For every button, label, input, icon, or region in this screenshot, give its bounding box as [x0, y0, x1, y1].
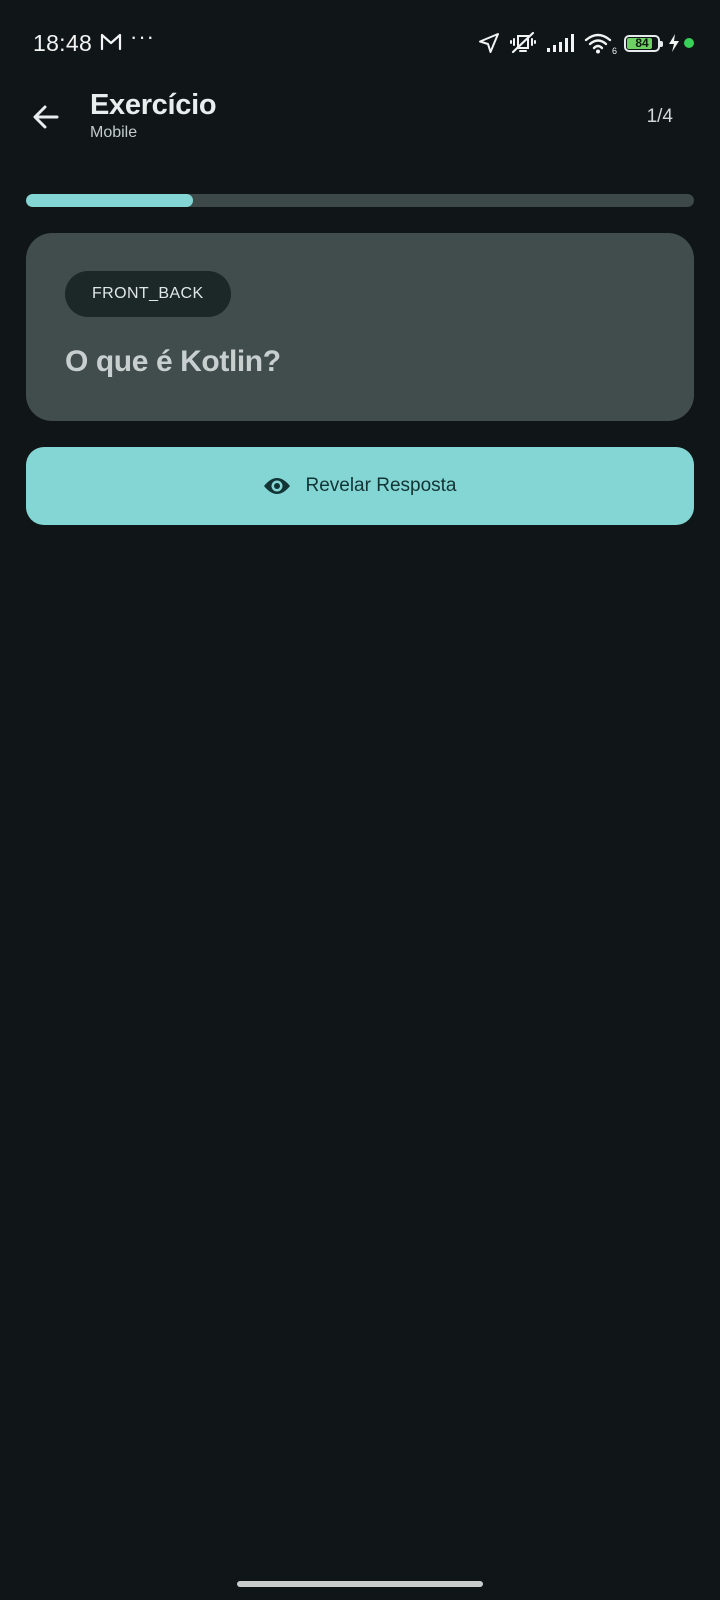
page-title: Exercício — [90, 89, 217, 121]
wifi-indicator: 6 — [584, 32, 617, 56]
progress-fill — [26, 194, 193, 207]
reveal-answer-button[interactable]: Revelar Resposta — [26, 447, 694, 525]
question-text: O que é Kotlin? — [65, 345, 281, 378]
title-block: Exercício Mobile — [90, 88, 217, 142]
battery-icon: 84 — [624, 34, 663, 52]
wifi-badge: 6 — [611, 46, 617, 56]
page-subtitle: Mobile — [90, 124, 138, 141]
eye-icon — [264, 478, 291, 494]
wifi-icon — [584, 33, 612, 54]
charging-bolt-icon — [669, 34, 679, 52]
arrow-left-icon — [33, 105, 59, 129]
gesture-navigation-bar[interactable] — [237, 1581, 483, 1587]
privacy-indicator-dot — [684, 38, 694, 48]
question-card: FRONT_BACK O que é Kotlin? — [26, 233, 694, 421]
card-type-chip: FRONT_BACK — [65, 271, 231, 317]
system-status-icons: 6 84 — [478, 29, 694, 57]
reveal-answer-label: Revelar Resposta — [305, 475, 457, 496]
question-counter: 1/4 — [646, 106, 673, 127]
vibrate-silent-icon — [510, 31, 536, 54]
exercise-screen: 18:48 ··· 6 84 Exercício Mobile 1/4 FRON… — [0, 0, 720, 1600]
status-bar: 18:48 ··· 6 84 — [0, 0, 720, 90]
signal-bars-icon — [547, 34, 574, 52]
gmail-icon — [100, 33, 122, 51]
battery-tip — [660, 40, 663, 47]
battery-level: 84 — [635, 35, 649, 50]
status-time: 18:48 — [33, 30, 93, 56]
more-dots-icon: ··· — [130, 24, 155, 49]
back-button[interactable] — [24, 95, 68, 139]
location-arrow-icon — [479, 33, 499, 53]
progress-bar — [26, 194, 694, 207]
